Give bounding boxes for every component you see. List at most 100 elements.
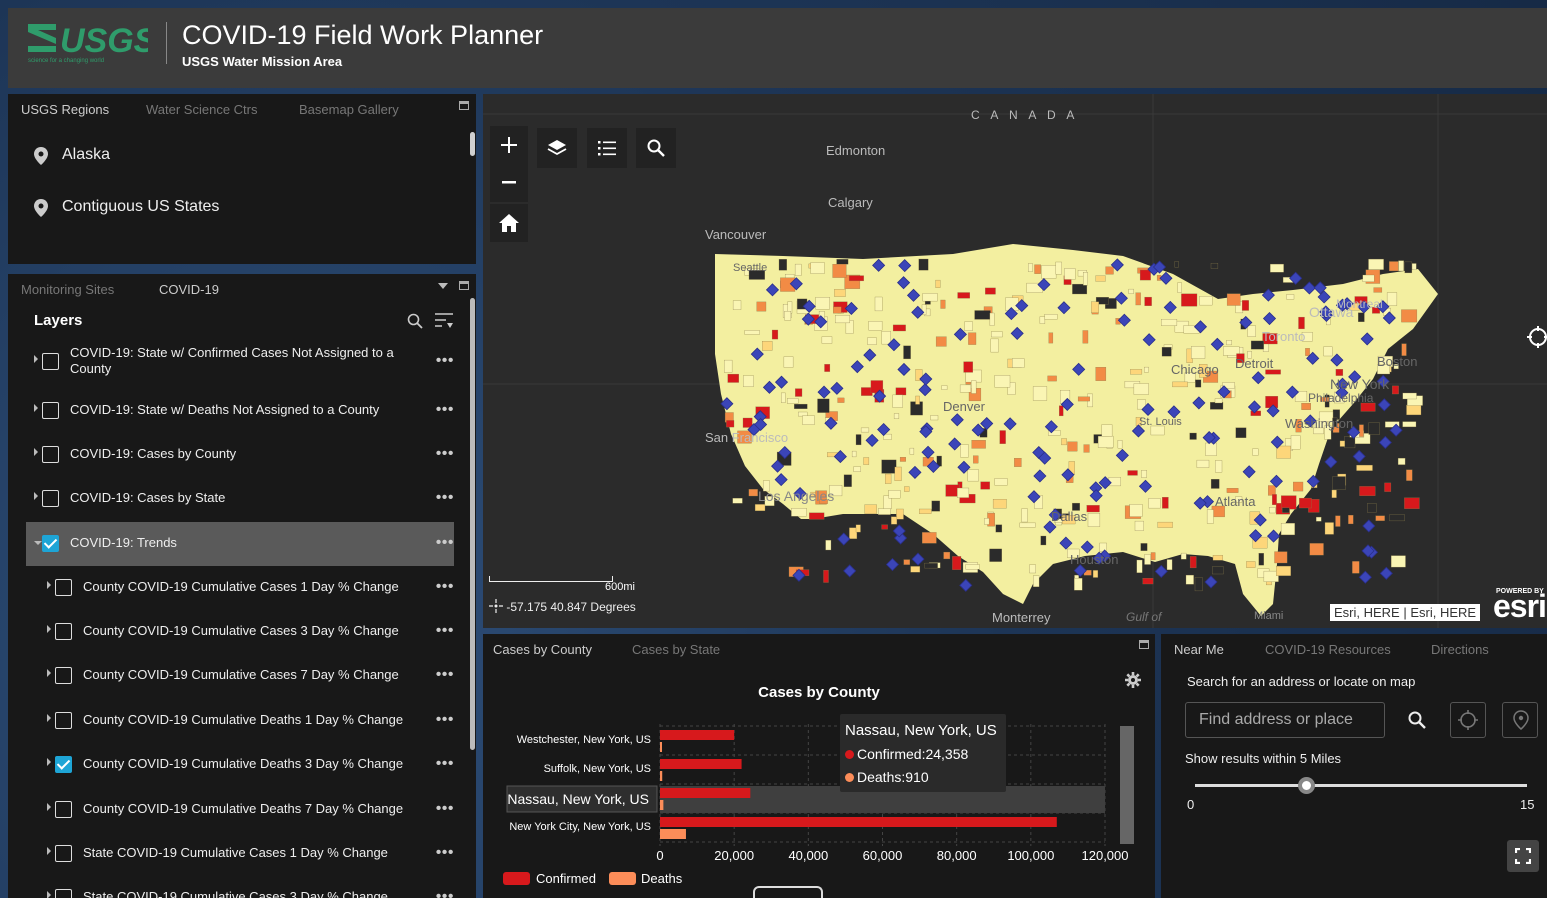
county-polygon[interactable] bbox=[892, 324, 906, 332]
county-polygon[interactable] bbox=[1389, 261, 1399, 272]
county-polygon[interactable] bbox=[964, 321, 973, 331]
county-polygon[interactable] bbox=[1082, 330, 1089, 344]
county-polygon[interactable] bbox=[881, 524, 888, 530]
county-polygon[interactable] bbox=[1161, 319, 1178, 326]
layer-row[interactable]: County COVID-19 Cumulative Cases 7 Day %… bbox=[26, 654, 454, 698]
county-polygon[interactable] bbox=[743, 375, 754, 387]
county-polygon[interactable] bbox=[1095, 275, 1106, 282]
expand-toggle-icon[interactable] bbox=[47, 625, 51, 633]
county-polygon[interactable] bbox=[1210, 263, 1219, 269]
county-polygon[interactable] bbox=[1406, 404, 1422, 416]
layer-visibility-checkbox[interactable] bbox=[55, 579, 72, 596]
county-polygon[interactable] bbox=[848, 275, 864, 282]
county-polygon[interactable] bbox=[868, 321, 883, 331]
tab-monitoring-sites[interactable]: Monitoring Sites bbox=[21, 282, 114, 297]
layer-options-icon[interactable]: ••• bbox=[436, 755, 454, 773]
layer-row[interactable]: County COVID-19 Cumulative Cases 3 Day %… bbox=[26, 610, 454, 654]
panel-resize-handle[interactable] bbox=[753, 886, 823, 898]
layer-visibility-checkbox[interactable] bbox=[55, 623, 72, 640]
county-polygon[interactable] bbox=[1276, 445, 1291, 459]
search-icon[interactable] bbox=[407, 313, 423, 329]
county-polygon[interactable] bbox=[989, 312, 995, 326]
county-polygon[interactable] bbox=[1139, 269, 1151, 281]
county-polygon[interactable] bbox=[895, 387, 907, 396]
county-polygon[interactable] bbox=[867, 337, 877, 345]
county-polygon[interactable] bbox=[1041, 265, 1057, 279]
legend-label-deaths[interactable]: Deaths bbox=[641, 871, 683, 886]
county-polygon[interactable] bbox=[1128, 288, 1134, 294]
county-polygon[interactable] bbox=[922, 532, 937, 544]
expand-toggle-icon[interactable] bbox=[47, 803, 51, 811]
county-polygon[interactable] bbox=[1293, 481, 1304, 492]
county-polygon[interactable] bbox=[1059, 405, 1064, 417]
county-polygon[interactable] bbox=[1019, 522, 1036, 528]
county-polygon[interactable] bbox=[1180, 552, 1187, 560]
county-polygon[interactable] bbox=[935, 336, 947, 347]
county-polygon[interactable] bbox=[1368, 422, 1380, 435]
county-polygon[interactable] bbox=[931, 500, 940, 512]
county-polygon[interactable] bbox=[795, 388, 803, 397]
county-polygon[interactable] bbox=[851, 450, 857, 458]
county-polygon[interactable] bbox=[1101, 424, 1113, 437]
county-polygon[interactable] bbox=[1028, 263, 1033, 272]
county-polygon[interactable] bbox=[922, 293, 938, 302]
bar-confirmed[interactable] bbox=[660, 788, 751, 798]
county-polygon[interactable] bbox=[754, 504, 766, 511]
county-polygon[interactable] bbox=[1299, 497, 1312, 509]
county-polygon[interactable] bbox=[1226, 293, 1241, 306]
layer-options-icon[interactable]: ••• bbox=[436, 534, 454, 552]
layer-visibility-checkbox[interactable] bbox=[55, 889, 72, 898]
county-polygon[interactable] bbox=[894, 466, 902, 481]
county-polygon[interactable] bbox=[1274, 551, 1288, 564]
county-polygon[interactable] bbox=[878, 508, 891, 515]
layer-row[interactable]: COVID-19: Cases by County ••• bbox=[26, 433, 454, 477]
layer-row[interactable]: State COVID-19 Cumulative Cases 1 Day % … bbox=[26, 832, 454, 876]
county-polygon[interactable] bbox=[1083, 272, 1088, 286]
county-polygon[interactable] bbox=[1047, 375, 1057, 382]
layer-options-icon[interactable]: ••• bbox=[436, 800, 454, 818]
county-polygon[interactable] bbox=[994, 478, 1008, 486]
county-polygon[interactable] bbox=[1140, 543, 1148, 551]
county-polygon[interactable] bbox=[1144, 296, 1152, 306]
layer-visibility-checkbox[interactable] bbox=[55, 667, 72, 684]
county-polygon[interactable] bbox=[849, 527, 858, 539]
county-polygon[interactable] bbox=[999, 430, 1006, 444]
county-polygon[interactable] bbox=[1206, 509, 1214, 524]
county-polygon[interactable] bbox=[1032, 386, 1048, 401]
county-polygon[interactable] bbox=[1290, 435, 1301, 450]
county-polygon[interactable] bbox=[825, 540, 832, 551]
layer-options-icon[interactable]: ••• bbox=[436, 489, 454, 507]
county-polygon[interactable] bbox=[1086, 505, 1100, 513]
county-polygon[interactable] bbox=[1269, 507, 1276, 514]
county-polygon[interactable] bbox=[1356, 464, 1373, 471]
expand-toggle-icon[interactable] bbox=[47, 714, 51, 722]
regions-scrollbar[interactable] bbox=[470, 132, 475, 156]
county-polygon[interactable] bbox=[1339, 440, 1346, 447]
tab-basemap-gallery[interactable]: Basemap Gallery bbox=[299, 102, 399, 117]
county-polygon[interactable] bbox=[1067, 441, 1078, 452]
county-polygon[interactable] bbox=[1226, 340, 1232, 346]
county-polygon[interactable] bbox=[980, 481, 990, 490]
county-polygon[interactable] bbox=[809, 512, 825, 520]
coordinate-readout[interactable]: -57.175 40.847 Degrees bbox=[489, 599, 636, 614]
county-polygon[interactable] bbox=[918, 258, 929, 271]
county-polygon[interactable] bbox=[1092, 570, 1099, 578]
layer-row[interactable]: State COVID-19 Cumulative Cases 3 Day % … bbox=[26, 876, 454, 898]
county-polygon[interactable] bbox=[1141, 470, 1147, 478]
county-polygon[interactable] bbox=[1411, 263, 1417, 270]
county-polygon[interactable] bbox=[794, 403, 808, 409]
layer-row[interactable]: County COVID-19 Cumulative Deaths 1 Day … bbox=[26, 699, 454, 743]
layer-visibility-checkbox[interactable] bbox=[55, 845, 72, 862]
county-polygon[interactable] bbox=[1166, 559, 1173, 570]
county-polygon[interactable] bbox=[1148, 498, 1161, 509]
county-polygon[interactable] bbox=[843, 474, 852, 487]
bar-confirmed[interactable] bbox=[660, 759, 742, 769]
map-view[interactable]: C A N A D A Gulf of Edmonton Calgary Van… bbox=[483, 94, 1547, 628]
county-polygon[interactable] bbox=[1359, 424, 1364, 437]
expand-toggle-icon[interactable] bbox=[47, 891, 51, 898]
county-polygon[interactable] bbox=[1392, 385, 1399, 395]
cases-bar-chart[interactable]: Westchester, New York, US Suffolk, New Yo… bbox=[483, 634, 1155, 898]
county-polygon[interactable] bbox=[1258, 553, 1264, 566]
county-polygon[interactable] bbox=[910, 566, 921, 573]
chevron-down-icon[interactable] bbox=[438, 283, 448, 289]
